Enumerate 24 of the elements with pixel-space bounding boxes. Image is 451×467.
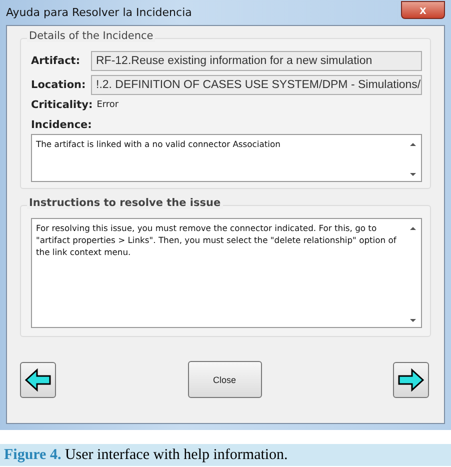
scroll-down-icon[interactable] — [410, 319, 416, 322]
field-label: Criticality: — [31, 99, 93, 111]
incidence-textarea[interactable]: The artifact is linked with a no valid connector Association — [31, 134, 422, 182]
figure-caption: Figure 4. User interface with help information. — [0, 444, 451, 466]
location-field[interactable]: !.2. DEFINITION OF CASES USE SYSTEM/DPM - Simulations/ — [91, 75, 422, 95]
left-arrow-icon — [24, 368, 52, 392]
right-arrow-icon — [397, 368, 425, 392]
field-label: Incidence: — [31, 119, 93, 131]
next-button[interactable] — [393, 362, 429, 398]
previous-button[interactable] — [20, 362, 56, 398]
incidence-text: The artifact is linked with a no valid connector Association — [35, 138, 282, 151]
close-button[interactable]: Close — [188, 361, 262, 398]
scroll-down-icon[interactable] — [410, 173, 416, 176]
field-label: Artifact: — [31, 55, 82, 67]
artifact-field[interactable]: RF-12.Reuse existing information for a new simulation — [91, 51, 422, 71]
window-title: Ayuda para Resolver la Incidencia — [6, 6, 192, 19]
scroll-up-icon[interactable] — [410, 143, 416, 146]
criticality-value: Error — [96, 100, 119, 110]
instructions-text: For resolving this issue, you must remove the connector indicated. For this, go to "artifact properties > Links". Then, you must select the "delete relationship" option of the link context menu. — [35, 222, 398, 259]
group-title: Instructions to resolve the issue — [27, 197, 223, 209]
group-title: Details of the Incidence — [27, 30, 156, 42]
instructions-textarea[interactable]: For resolving this issue, you must remove the connector indicated. For this, go to "artifact properties > Links". Then, you must select the "delete relationship" option of the link context menu. — [31, 218, 422, 328]
field-label: Location: — [31, 79, 87, 91]
scroll-up-icon[interactable] — [410, 227, 416, 230]
